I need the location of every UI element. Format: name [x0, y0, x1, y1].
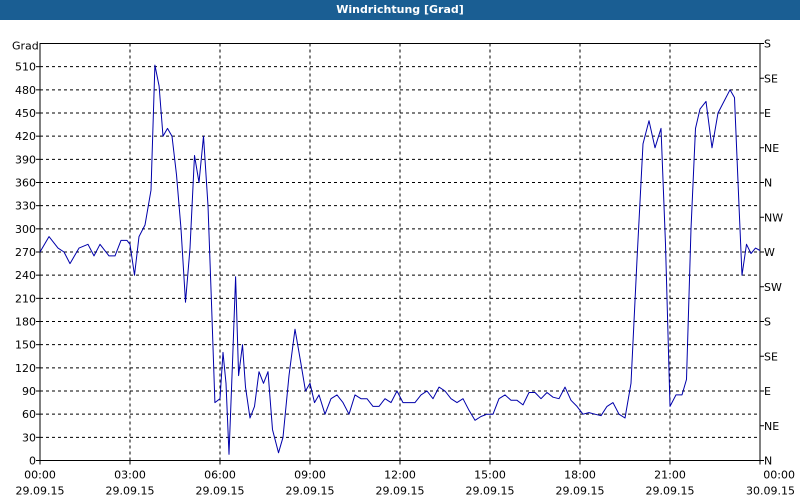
right-tick-label: E: [764, 385, 771, 398]
right-tick-label: NE: [764, 420, 779, 433]
right-tick-label: N: [764, 177, 772, 190]
y-tick-label: 300: [15, 223, 36, 236]
wind-direction-chart: Grad 0 30 60 90 120 150 180 210 240 270 300 330 360 3…: [12, 38, 795, 498]
y-tick-label: 150: [15, 339, 36, 352]
x-tick-date: 30.09.15: [746, 485, 795, 498]
left-tick-labels: 0 30 60 90 120 150 180 210 240 270 300 330 360 390 420…: [15, 61, 36, 468]
y-tick-label: 510: [15, 61, 36, 74]
x-tick-time: 00:00: [763, 469, 795, 482]
y-tick-label: 420: [15, 130, 36, 143]
grid: [36, 43, 764, 465]
x-tick-time: 12:00: [384, 469, 416, 482]
right-tick-label: SW: [764, 281, 782, 294]
x-tick-time: 06:00: [204, 469, 236, 482]
y-tick-label: 390: [15, 153, 36, 166]
right-tick-label: W: [764, 246, 775, 259]
right-tick-label: SE: [764, 72, 778, 85]
right-tick-label: S: [764, 38, 771, 51]
x-tick-date: 29.09.15: [106, 485, 155, 498]
x-tick-time: 03:00: [114, 469, 146, 482]
y-tick-label: 180: [15, 316, 36, 329]
right-tick-label: S: [764, 316, 771, 329]
x-tick-time: 15:00: [474, 469, 506, 482]
y-tick-label: 30: [22, 431, 36, 444]
y-tick-label: 210: [15, 292, 36, 305]
y-tick-label: 480: [15, 84, 36, 97]
y-tick-label: 0: [29, 455, 36, 468]
y-tick-label: 90: [22, 385, 36, 398]
right-tick-label: NE: [764, 142, 779, 155]
y-tick-label: 270: [15, 246, 36, 259]
y-tick-label: 60: [22, 408, 36, 421]
y-tick-label: 120: [15, 362, 36, 375]
x-tick-date: 29.09.15: [466, 485, 515, 498]
x-tick-time: 00:00: [24, 469, 56, 482]
x-tick-labels: 00:00 29.09.15 03:00 29.09.15 06:00 29.09.15 0…: [16, 469, 795, 498]
y-tick-label: 450: [15, 107, 36, 120]
right-tick-label: E: [764, 107, 771, 120]
x-tick-time: 21:00: [654, 469, 686, 482]
x-tick-date: 29.09.15: [16, 485, 65, 498]
x-tick-date: 29.09.15: [286, 485, 335, 498]
x-tick-time: 09:00: [294, 469, 326, 482]
y-tick-label: 360: [15, 177, 36, 190]
y-tick-label: 330: [15, 200, 36, 213]
window-title: Windrichtung [Grad]: [0, 0, 800, 20]
right-tick-label: SE: [764, 350, 778, 363]
right-tick-label: NW: [764, 211, 783, 224]
x-tick-date: 29.09.15: [646, 485, 695, 498]
x-tick-date: 29.09.15: [196, 485, 245, 498]
x-tick-date: 29.09.15: [556, 485, 605, 498]
x-tick-time: 18:00: [564, 469, 596, 482]
right-tick-labels: N NE E SE S SW W NW N NE E SE S: [764, 38, 783, 468]
x-tick-date: 29.09.15: [376, 485, 425, 498]
right-tick-label: N: [764, 455, 772, 468]
y-tick-label: 240: [15, 269, 36, 282]
y-axis-label: Grad: [12, 40, 39, 53]
